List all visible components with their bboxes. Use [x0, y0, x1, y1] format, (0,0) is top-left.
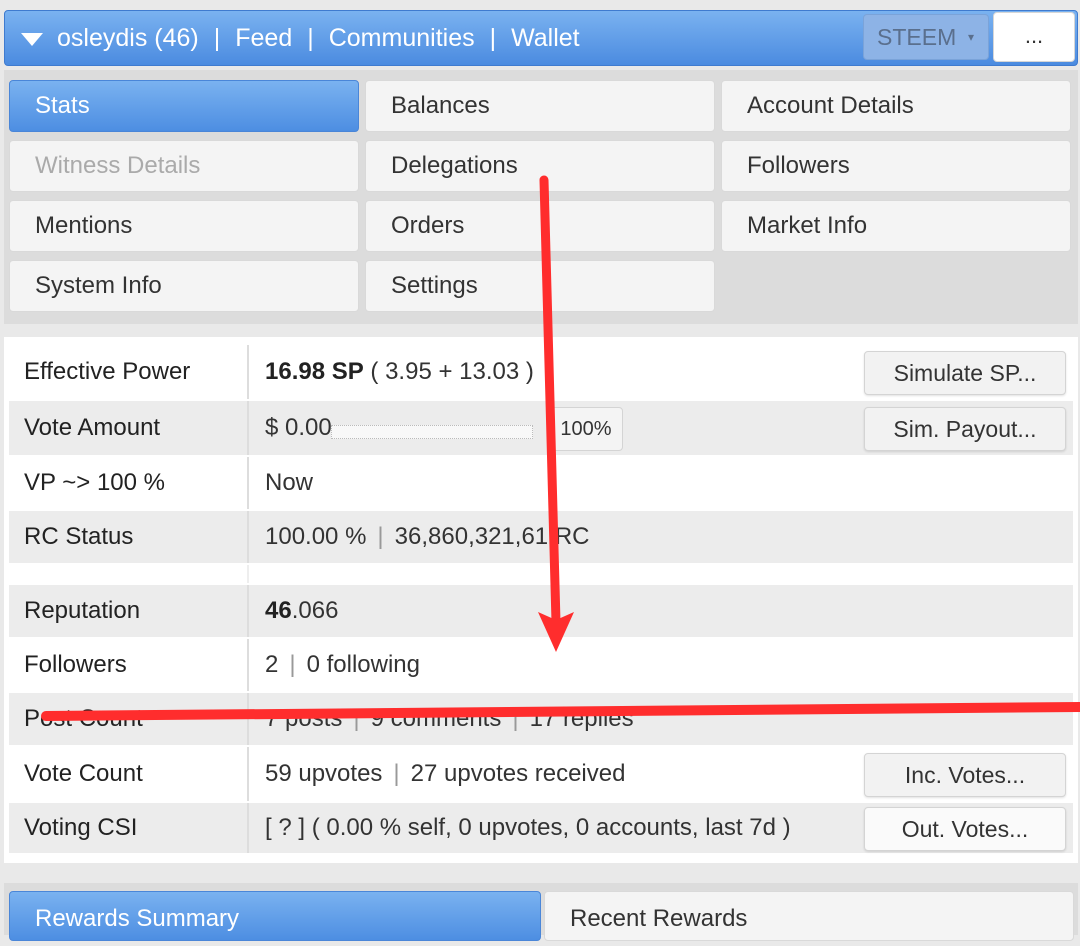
- value-separator: |: [393, 760, 400, 787]
- tab-grid: Stats Balances Account Details Witness D…: [4, 70, 1078, 324]
- tab-mentions[interactable]: Mentions: [9, 200, 359, 252]
- row-value: Now: [247, 457, 1073, 509]
- row-label: Voting CSI: [24, 814, 138, 841]
- tab-market-info[interactable]: Market Info: [721, 200, 1071, 252]
- row-value: 2 | 0 following: [247, 639, 1073, 691]
- tab-stats[interactable]: Stats: [9, 80, 359, 132]
- effective-power-value: 16.98 SP: [265, 358, 364, 385]
- currency-select[interactable]: STEEM ▾: [863, 14, 989, 60]
- sim-payout-button[interactable]: Sim. Payout...: [864, 407, 1066, 451]
- row-effective-power: Effective Power 16.98 SP ( 3.95 + 13.03 …: [9, 345, 1073, 401]
- simulate-sp-button[interactable]: Simulate SP...: [864, 351, 1066, 395]
- row-spacer: [9, 565, 1073, 585]
- tab-delegations[interactable]: Delegations: [365, 140, 715, 192]
- row-label: VP ~> 100 %: [24, 469, 165, 496]
- upvotes-count: 59 upvotes: [265, 760, 383, 787]
- outgoing-votes-button[interactable]: Out. Votes...: [864, 807, 1066, 851]
- row-voting-csi: Voting CSI [ ? ] ( 0.00 % self, 0 upvote…: [9, 803, 1073, 855]
- value-separator: |: [377, 523, 384, 550]
- nav-separator: |: [307, 24, 314, 52]
- row-label: Vote Amount: [24, 414, 161, 441]
- value-separator: |: [353, 705, 360, 732]
- comments-count: 9 comments: [370, 705, 502, 732]
- row-value: 46.066: [247, 585, 1073, 637]
- rc-percent: 100.00 %: [265, 523, 367, 550]
- row-vp: VP ~> 100 % Now: [9, 457, 1073, 511]
- row-value: 7 posts | 9 comments | 17 replies: [247, 693, 1073, 745]
- rewards-tab-bar: Rewards Summary Recent Rewards: [4, 883, 1078, 941]
- currency-label: STEEM: [877, 24, 957, 50]
- vote-weight-slider[interactable]: [331, 425, 533, 439]
- nav-separator: |: [489, 24, 497, 52]
- tab-balances[interactable]: Balances: [365, 80, 715, 132]
- reputation-dec: .066: [291, 597, 339, 624]
- effective-power-detail: ( 3.95 + 13.03 ): [370, 358, 534, 385]
- tab-rewards-summary[interactable]: Rewards Summary: [9, 891, 541, 941]
- vote-percent-button[interactable]: 100%: [549, 407, 623, 451]
- row-vote-amount: Vote Amount $ 0.00 100% Sim. Payout...: [9, 401, 1073, 457]
- wallet-link[interactable]: Wallet: [511, 24, 580, 52]
- row-label: Post Count: [24, 705, 143, 732]
- stats-table: Effective Power 16.98 SP ( 3.95 + 13.03 …: [4, 337, 1078, 863]
- nav-links: osleydis (46) | Feed | Communities | Wallet: [57, 23, 580, 53]
- followers-count: 2: [265, 651, 279, 678]
- value-separator: |: [289, 651, 296, 678]
- upvotes-received: 27 upvotes received: [410, 760, 626, 787]
- nav-separator: |: [213, 24, 221, 52]
- row-vote-count: Vote Count 59 upvotes | 27 upvotes receive…: [9, 747, 1073, 803]
- feed-link[interactable]: Feed: [235, 24, 292, 52]
- row-label: Effective Power: [24, 358, 191, 385]
- communities-link[interactable]: Communities: [329, 24, 475, 52]
- more-button[interactable]: ...: [993, 12, 1075, 62]
- row-label: Vote Count: [24, 760, 143, 787]
- spacer-cell: [247, 565, 1073, 583]
- value-separator: |: [512, 705, 519, 732]
- account-name-link[interactable]: osleydis (46): [57, 24, 199, 52]
- dropdown-arrow-icon: ▾: [967, 30, 974, 44]
- row-label: Followers: [24, 651, 127, 678]
- row-rc-status: RC Status 100.00 % | 36,860,321,61 RC: [9, 511, 1073, 565]
- row-label: RC Status: [24, 523, 134, 550]
- row-post-count: Post Count 7 posts | 9 comments | 17 replies: [9, 693, 1073, 747]
- tab-recent-rewards[interactable]: Recent Rewards: [544, 891, 1074, 941]
- tab-settings[interactable]: Settings: [365, 260, 715, 312]
- tab-witness-details: Witness Details: [9, 140, 359, 192]
- following-count: 0 following: [306, 651, 420, 678]
- row-value: 100.00 % | 36,860,321,61 RC: [247, 511, 1073, 563]
- incoming-votes-button[interactable]: Inc. Votes...: [864, 753, 1066, 797]
- tab-system-info[interactable]: System Info: [9, 260, 359, 312]
- caret-down-icon[interactable]: [21, 33, 43, 46]
- vote-amount-value: $ 0.00: [265, 414, 332, 441]
- rc-unit: RC: [554, 523, 590, 550]
- row-followers: Followers 2 | 0 following: [9, 639, 1073, 693]
- top-nav-bar: osleydis (46) | Feed | Communities | Wallet ST…: [4, 10, 1078, 66]
- posts-count: 7 posts: [265, 705, 343, 732]
- reputation-int: 46: [265, 597, 292, 624]
- tab-orders[interactable]: Orders: [365, 200, 715, 252]
- row-reputation: Reputation 46.066: [9, 585, 1073, 639]
- rc-amount: 36,860,321,61: [394, 523, 549, 550]
- tab-followers[interactable]: Followers: [721, 140, 1071, 192]
- tab-account-details[interactable]: Account Details: [721, 80, 1071, 132]
- replies-count: 17 replies: [529, 705, 634, 732]
- row-label: Reputation: [24, 597, 141, 624]
